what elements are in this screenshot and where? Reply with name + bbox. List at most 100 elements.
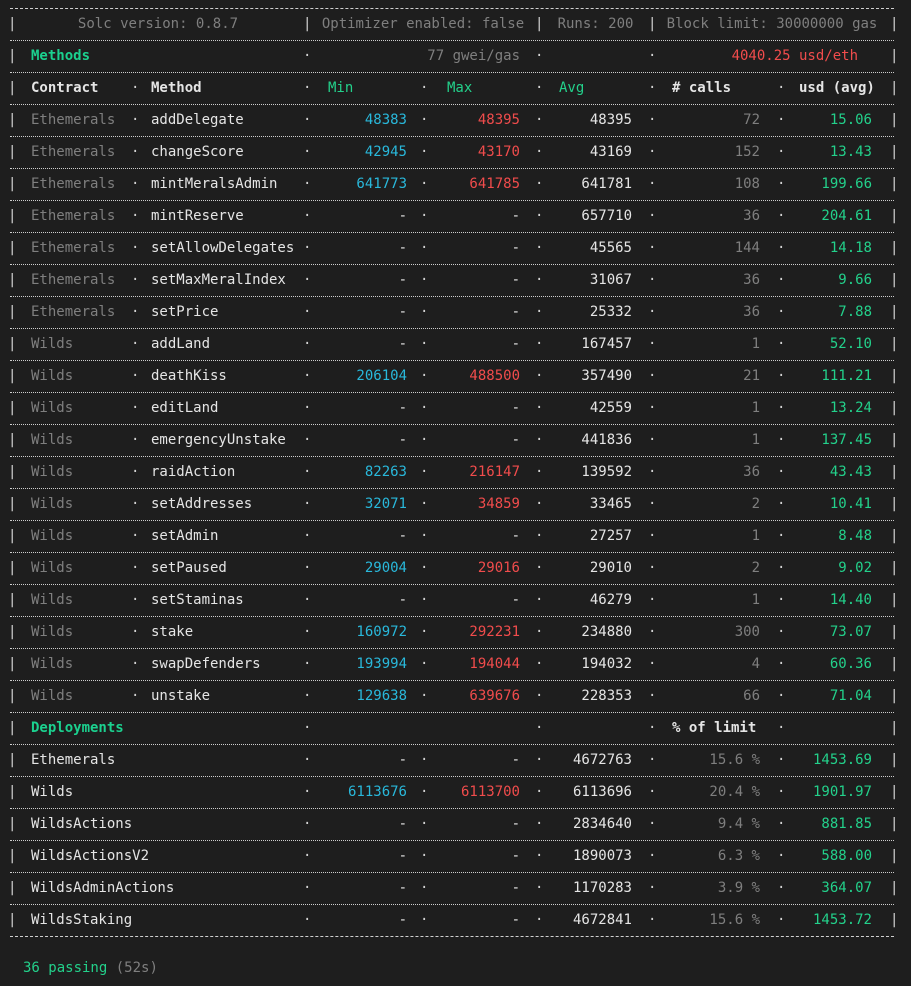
max-gas: 488500 bbox=[469, 368, 520, 384]
usd-cost: 364.07 bbox=[821, 880, 872, 896]
methods-title: Methods bbox=[31, 48, 91, 64]
border-bar: | bbox=[8, 880, 17, 896]
border-bar: | bbox=[8, 816, 17, 832]
usd-cost: 9.66 bbox=[838, 272, 872, 288]
max-gas: - bbox=[511, 880, 520, 896]
call-count: 144 bbox=[734, 240, 760, 256]
contract-name: Wilds bbox=[31, 464, 74, 480]
call-count: 152 bbox=[734, 144, 760, 160]
border-bar: | bbox=[890, 336, 899, 352]
contract-name: Ethemerals bbox=[31, 272, 116, 288]
row-divider bbox=[10, 264, 894, 265]
border-bar: · bbox=[535, 80, 544, 96]
border-bar: · bbox=[131, 592, 140, 608]
min-gas: 48383 bbox=[364, 112, 407, 128]
border-bar: | bbox=[8, 80, 17, 96]
usd-cost: 588.00 bbox=[821, 848, 872, 864]
border-bar: | bbox=[8, 240, 17, 256]
row-divider bbox=[10, 744, 894, 745]
call-count: 300 bbox=[734, 624, 760, 640]
border-bar: | bbox=[890, 368, 899, 384]
border-bar: · bbox=[131, 80, 140, 96]
row-divider bbox=[10, 872, 894, 873]
border-bar: · bbox=[131, 336, 140, 352]
row-divider bbox=[10, 72, 894, 73]
deployment-name: WildsStaking bbox=[31, 912, 133, 928]
avg-gas: 441836 bbox=[581, 432, 632, 448]
limit-percent: 6.3 % bbox=[717, 848, 760, 864]
border-bar: · bbox=[131, 496, 140, 512]
border-bar: | bbox=[8, 272, 17, 288]
usd-cost: 1453.69 bbox=[812, 752, 872, 768]
max-gas: 194044 bbox=[469, 656, 520, 672]
contract-name: Wilds bbox=[31, 624, 74, 640]
method-name: stake bbox=[151, 624, 194, 640]
deployment-name: Ethemerals bbox=[31, 752, 116, 768]
call-count: 36 bbox=[743, 208, 760, 224]
border-bar: · bbox=[648, 80, 657, 96]
usd-cost: 60.36 bbox=[829, 656, 872, 672]
border-bar: | bbox=[8, 496, 17, 512]
max-gas: - bbox=[511, 208, 520, 224]
border-bar: | bbox=[890, 656, 899, 672]
method-name: mintMeralsAdmin bbox=[151, 176, 278, 192]
solc-version: Solc version: 0.8.7 bbox=[77, 16, 239, 32]
min-gas: - bbox=[398, 912, 407, 928]
border-bar: | bbox=[890, 176, 899, 192]
max-gas: - bbox=[511, 752, 520, 768]
border-bar: | bbox=[890, 400, 899, 416]
method-name: setPrice bbox=[151, 304, 219, 320]
usd-cost: 9.02 bbox=[838, 560, 872, 576]
col-method-header: Method bbox=[151, 80, 202, 96]
usd-cost: 73.07 bbox=[829, 624, 872, 640]
border-bar: | bbox=[8, 720, 17, 736]
call-count: 21 bbox=[743, 368, 760, 384]
row-divider bbox=[10, 584, 894, 585]
optimizer-status: Optimizer enabled: false bbox=[321, 16, 525, 32]
border-bar: · bbox=[777, 720, 786, 736]
row-divider bbox=[10, 136, 894, 137]
row-divider bbox=[10, 360, 894, 361]
max-gas: 29016 bbox=[477, 560, 520, 576]
usd-cost: 14.18 bbox=[829, 240, 872, 256]
call-count: 108 bbox=[734, 176, 760, 192]
max-gas: - bbox=[511, 816, 520, 832]
max-gas: 641785 bbox=[469, 176, 520, 192]
border-bar: | bbox=[8, 112, 17, 128]
min-gas: - bbox=[398, 240, 407, 256]
test-duration: (52s) bbox=[115, 960, 158, 976]
border-bar: · bbox=[131, 624, 140, 640]
avg-gas: 27257 bbox=[589, 528, 632, 544]
min-gas: 82263 bbox=[364, 464, 407, 480]
limit-percent: 15.6 % bbox=[709, 752, 760, 768]
contract-name: Ethemerals bbox=[31, 304, 116, 320]
avg-gas: 48395 bbox=[589, 112, 632, 128]
contract-name: Ethemerals bbox=[31, 112, 116, 128]
max-gas: 43170 bbox=[477, 144, 520, 160]
call-count: 1 bbox=[751, 592, 760, 608]
call-count: 4 bbox=[751, 656, 760, 672]
method-name: deathKiss bbox=[151, 368, 227, 384]
usd-cost: 881.85 bbox=[821, 816, 872, 832]
border-bar: | bbox=[890, 880, 899, 896]
avg-gas: 2834640 bbox=[572, 816, 632, 832]
border-bar: | bbox=[8, 144, 17, 160]
row-divider bbox=[10, 616, 894, 617]
border-bar: | bbox=[890, 272, 899, 288]
avg-gas: 139592 bbox=[581, 464, 632, 480]
usd-cost: 52.10 bbox=[829, 336, 872, 352]
max-gas: - bbox=[511, 432, 520, 448]
col-min-header: Min bbox=[328, 80, 354, 96]
method-name: emergencyUnstake bbox=[151, 432, 286, 448]
max-gas: - bbox=[511, 528, 520, 544]
row-divider bbox=[10, 776, 894, 777]
max-gas: - bbox=[511, 336, 520, 352]
min-gas: - bbox=[398, 400, 407, 416]
min-gas: 193994 bbox=[356, 656, 407, 672]
border-bar: | bbox=[890, 912, 899, 928]
usd-cost: 43.43 bbox=[829, 464, 872, 480]
avg-gas: 4672763 bbox=[572, 752, 632, 768]
border-bar: | bbox=[8, 176, 17, 192]
avg-gas: 657710 bbox=[581, 208, 632, 224]
border-bar: | bbox=[8, 912, 17, 928]
